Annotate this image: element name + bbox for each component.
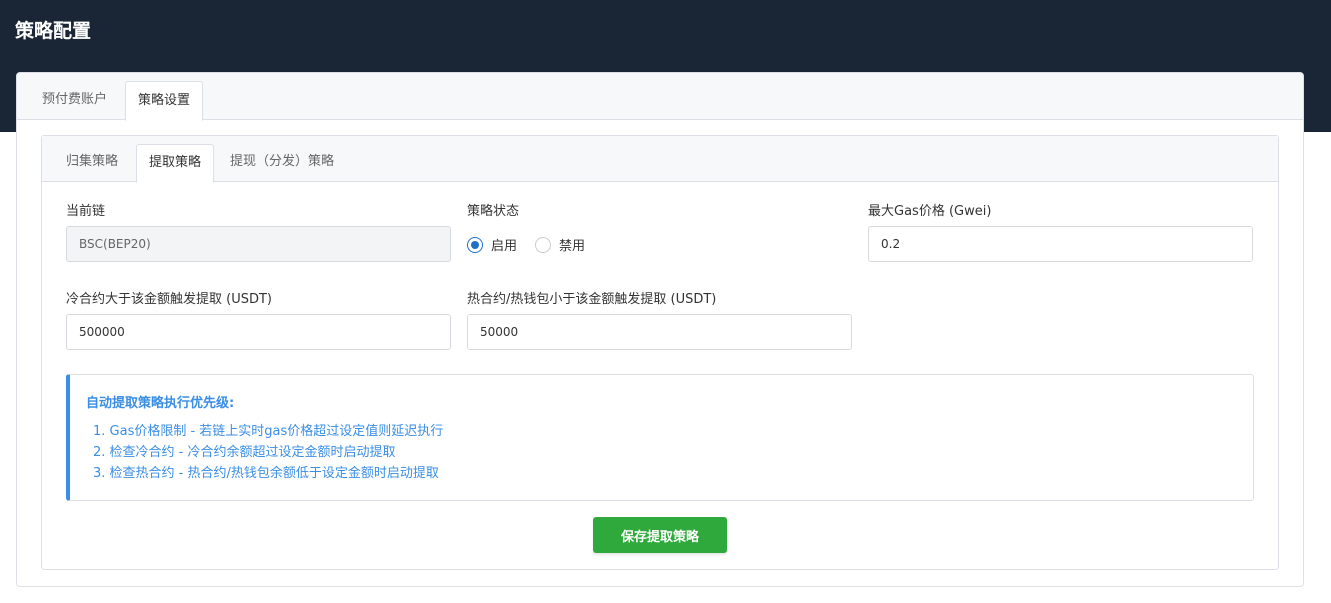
page-title: 策略配置	[15, 20, 92, 42]
tab-withdraw-strategy[interactable]: 提取策略	[136, 144, 215, 183]
enable-radio[interactable]	[467, 236, 483, 253]
cold-threshold-input[interactable]: 500000	[66, 314, 451, 350]
hot-threshold-label: 热合约/热钱包小于该金额触发提取 (USDT)	[467, 292, 717, 307]
hot-threshold-input[interactable]: 50000	[467, 314, 852, 350]
disable-radio[interactable]	[535, 236, 552, 253]
tab-strategy-settings[interactable]: 策略设置	[125, 81, 204, 121]
tab-prepaid-account[interactable]: 预付费账户	[30, 81, 119, 120]
cold-threshold-label: 冷合约大于该金额触发提取 (USDT)	[66, 292, 272, 307]
info-item: 3. 检查热合约 - 热合约/热钱包余额低于设定金额时启动提取	[93, 466, 439, 481]
strategy-status-radio-group: 启用 禁用	[467, 235, 603, 254]
info-item: 2. 检查冷合约 - 冷合约余额超过设定金额时启动提取	[93, 445, 396, 460]
max-gas-label: 最大Gas价格 (Gwei)	[868, 204, 992, 219]
info-item: 1. Gas价格限制 - 若链上实时gas价格超过设定值则延迟执行	[93, 424, 444, 439]
current-chain-field: BSC(BEP20)	[66, 226, 451, 262]
strategy-config-card: 预付费账户 策略设置 归集策略 提取策略 提现（分发）策略 当前链 BSC(BE…	[16, 72, 1304, 587]
enable-radio-label[interactable]: 启用	[491, 235, 517, 254]
save-withdraw-strategy-button[interactable]: 保存提取策略	[593, 517, 727, 553]
priority-info-box: 自动提取策略执行优先级: 1. Gas价格限制 - 若链上实时gas价格超过设定…	[66, 374, 1254, 501]
info-title: 自动提取策略执行优先级:	[86, 396, 235, 411]
outer-tab-bar: 预付费账户 策略设置	[17, 73, 1303, 121]
inner-tab-bar: 归集策略 提取策略 提现（分发）策略	[42, 136, 1278, 183]
tab-payout-strategy[interactable]: 提现（分发）策略	[218, 144, 346, 182]
strategy-settings-panel: 归集策略 提取策略 提现（分发）策略 当前链 BSC(BEP20) 策略状态 启…	[41, 135, 1279, 570]
strategy-status-label: 策略状态	[467, 204, 520, 219]
tab-collection-strategy[interactable]: 归集策略	[54, 144, 130, 182]
disable-radio-label[interactable]: 禁用	[559, 235, 585, 254]
current-chain-label: 当前链	[66, 204, 106, 219]
max-gas-input[interactable]: 0.2	[868, 226, 1253, 262]
